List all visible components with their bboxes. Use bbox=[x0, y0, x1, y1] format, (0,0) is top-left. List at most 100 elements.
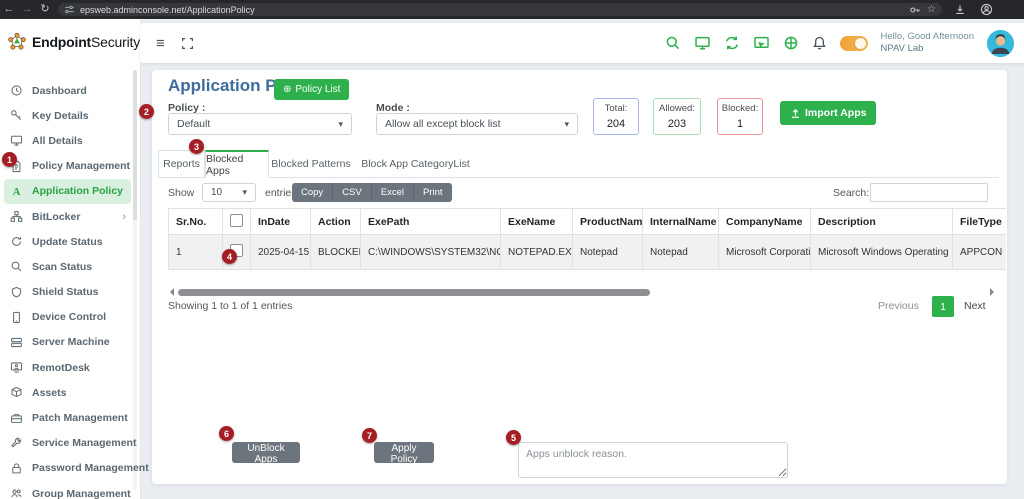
sidebar: Dashboard Key Details All Details Policy… bbox=[0, 64, 141, 499]
sidebar-item-group-management[interactable]: Group Management bbox=[0, 481, 134, 499]
browser-forward-icon[interactable]: → bbox=[18, 0, 36, 19]
search-icon[interactable] bbox=[665, 35, 681, 51]
letter-a-icon: A bbox=[10, 185, 23, 198]
sidebar-item-label: Assets bbox=[32, 387, 66, 399]
device-icon bbox=[10, 311, 23, 324]
browser-back-icon[interactable]: ← bbox=[0, 0, 18, 19]
sidebar-item-remotdesk[interactable]: RemotDesk bbox=[0, 355, 134, 380]
scroll-right-arrow[interactable] bbox=[990, 288, 998, 296]
mode-select[interactable]: Allow all except block list ▾ bbox=[376, 113, 578, 135]
theme-toggle[interactable] bbox=[840, 36, 868, 51]
cell-exename: NOTEPAD.EXE bbox=[501, 235, 573, 270]
sidebar-item-label: Shield Status bbox=[32, 286, 99, 298]
chevron-down-icon: ▾ bbox=[564, 119, 569, 130]
pagination-previous[interactable]: Previous bbox=[878, 300, 919, 312]
browser-profile-icon[interactable] bbox=[980, 3, 993, 16]
remote-desktop-icon bbox=[10, 361, 23, 374]
col-internalname: InternalName bbox=[643, 209, 719, 235]
select-all-checkbox[interactable] bbox=[230, 214, 243, 227]
sidebar-item-update-status[interactable]: Update Status bbox=[0, 229, 134, 254]
sidebar-item-assets[interactable]: Assets bbox=[0, 380, 134, 405]
brand-name-bold: Endpoint bbox=[32, 34, 91, 50]
stat-allowed-label: Allowed: bbox=[654, 103, 700, 114]
col-filetype: FileType bbox=[953, 209, 1007, 235]
address-bar[interactable]: epsweb.adminconsole.net/ApplicationPolic… bbox=[58, 3, 942, 16]
apply-policy-button[interactable]: Apply Policy bbox=[374, 442, 434, 463]
fullscreen-icon[interactable] bbox=[181, 37, 194, 50]
policy-select[interactable]: Default ▾ bbox=[168, 113, 352, 135]
menu-toggle-icon[interactable]: ≡ bbox=[156, 35, 165, 52]
search-input[interactable] bbox=[870, 183, 988, 202]
col-exename: ExeName bbox=[501, 209, 573, 235]
excel-button[interactable]: Excel bbox=[372, 183, 414, 202]
briefcase-icon bbox=[10, 412, 23, 425]
sidebar-item-application-policy[interactable]: A Application Policy bbox=[4, 179, 131, 204]
sidebar-item-server-machine[interactable]: Server Machine bbox=[0, 330, 134, 355]
tab-blocked-apps[interactable]: Blocked Apps bbox=[205, 150, 269, 178]
scroll-left-arrow[interactable] bbox=[166, 288, 174, 296]
policy-list-button[interactable]: ⊕ Policy List bbox=[274, 79, 349, 100]
import-apps-button[interactable]: Import Apps bbox=[780, 101, 876, 125]
policy-list-label: Policy List bbox=[295, 84, 340, 95]
sidebar-nav: Dashboard Key Details All Details Policy… bbox=[0, 78, 134, 499]
sidebar-item-password-management[interactable]: Password Management bbox=[0, 456, 134, 481]
col-exepath: ExePath bbox=[361, 209, 501, 235]
cell-action: BLOCKED bbox=[311, 235, 361, 270]
monitor-icon[interactable] bbox=[694, 35, 711, 51]
col-indate: InDate bbox=[251, 209, 311, 235]
toggle-knob bbox=[855, 38, 866, 49]
sidebar-item-label: All Details bbox=[32, 135, 83, 147]
stat-blocked: Blocked: 1 bbox=[717, 98, 763, 135]
chevron-down-icon: ▾ bbox=[242, 187, 247, 198]
unblock-apps-button[interactable]: UnBlock Apps bbox=[232, 442, 300, 463]
notifications-bell-icon[interactable] bbox=[812, 35, 827, 51]
copy-button[interactable]: Copy bbox=[292, 183, 333, 202]
sidebar-item-label: BitLocker bbox=[32, 211, 80, 223]
download-icon[interactable] bbox=[954, 4, 966, 16]
sidebar-item-all-details[interactable]: All Details bbox=[0, 128, 134, 153]
stat-blocked-value: 1 bbox=[718, 118, 762, 130]
horizontal-scrollbar-thumb[interactable] bbox=[178, 289, 650, 296]
bookmark-star-icon[interactable]: ☆ bbox=[927, 4, 936, 15]
sidebar-item-service-management[interactable]: Service Management bbox=[0, 431, 134, 456]
sidebar-item-device-control[interactable]: Device Control bbox=[0, 305, 134, 330]
page-size-value: 10 bbox=[211, 187, 222, 198]
browser-reload-icon[interactable]: ↻ bbox=[36, 0, 54, 19]
dashboard-icon bbox=[10, 84, 23, 97]
globe-icon[interactable] bbox=[783, 35, 799, 51]
tab-reports[interactable]: Reports bbox=[158, 150, 205, 178]
cell-companyname: Microsoft Corporation bbox=[719, 235, 811, 270]
tab-blocked-patterns[interactable]: Blocked Patterns bbox=[269, 150, 353, 178]
sidebar-item-key-details[interactable]: Key Details bbox=[0, 103, 134, 128]
cell-filetype: APPCON bbox=[953, 235, 1007, 270]
sidebar-item-patch-management[interactable]: Patch Management bbox=[0, 405, 134, 430]
sidebar-item-shield-status[interactable]: Shield Status bbox=[0, 280, 134, 305]
stat-total-label: Total: bbox=[594, 103, 638, 114]
tab-block-app-categorylist[interactable]: Block App CategoryList bbox=[353, 150, 478, 178]
annotation-badge-4: 4 bbox=[222, 249, 237, 264]
tab-label: Blocked Patterns bbox=[271, 158, 350, 170]
unblock-reason-textarea[interactable] bbox=[518, 442, 788, 478]
brand-logo bbox=[7, 27, 27, 56]
user-avatar[interactable] bbox=[987, 30, 1014, 57]
col-companyname: CompanyName bbox=[719, 209, 811, 235]
page-size-select[interactable]: 10 ▾ bbox=[202, 183, 256, 202]
sidebar-item-scan-status[interactable]: Scan Status bbox=[0, 254, 134, 279]
sidebar-item-policy-management[interactable]: Policy Management bbox=[0, 154, 134, 179]
site-settings-icon[interactable] bbox=[64, 4, 75, 15]
navbar-actions: Hello, Good Afternoon NPAV Lab bbox=[665, 30, 1024, 57]
stat-total-value: 204 bbox=[594, 118, 638, 130]
greeting: Hello, Good Afternoon NPAV Lab bbox=[881, 31, 974, 55]
screen-share-icon[interactable] bbox=[753, 35, 770, 51]
sync-icon[interactable] bbox=[724, 35, 740, 51]
stat-allowed: Allowed: 203 bbox=[653, 98, 701, 135]
pagination-page-1[interactable]: 1 bbox=[932, 296, 954, 317]
print-button[interactable]: Print bbox=[414, 183, 452, 202]
csv-button[interactable]: CSV bbox=[333, 183, 372, 202]
pagination-next[interactable]: Next bbox=[964, 300, 986, 312]
sidebar-item-bitlocker[interactable]: BitLocker › bbox=[0, 204, 134, 229]
sidebar-item-dashboard[interactable]: Dashboard bbox=[0, 78, 134, 103]
sidebar-item-label: Device Control bbox=[32, 311, 106, 323]
wrench-icon bbox=[10, 437, 23, 450]
password-key-icon[interactable] bbox=[909, 4, 921, 16]
